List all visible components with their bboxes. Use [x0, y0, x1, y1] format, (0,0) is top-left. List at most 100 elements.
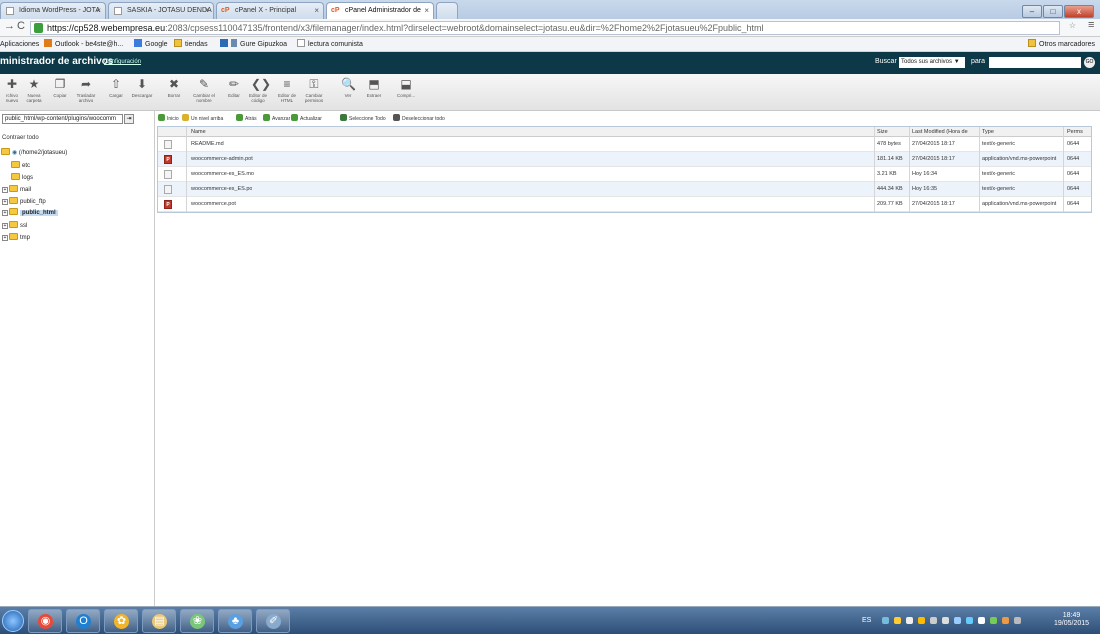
taskbar-media-player[interactable]: ✿ — [104, 609, 138, 633]
bookmark-lectura-comunista[interactable]: lectura comunista — [297, 37, 363, 52]
toolbar-button-new-file[interactable]: ✚ rchivo nuevo — [0, 77, 24, 103]
bookmark-google[interactable]: Google — [134, 37, 168, 52]
file-name[interactable]: woocommerce-admin.pot — [191, 152, 253, 166]
tray-app-icon[interactable] — [990, 617, 997, 624]
close-icon[interactable]: × — [424, 3, 429, 19]
taskbar-outlook[interactable]: O — [66, 609, 100, 633]
taskbar-misc-app[interactable]: ✐ — [256, 609, 290, 633]
file-name[interactable]: README.md — [191, 137, 224, 151]
tree-item-public-html[interactable]: + public_html — [2, 208, 58, 217]
tray-app-icon[interactable] — [930, 617, 937, 624]
toolbar-button-new-folder[interactable]: ★ Nueva carpeta — [22, 77, 46, 103]
tab-saskia[interactable]: SASKIA - JOTASU DENDA × — [108, 2, 214, 19]
header-modified[interactable]: Last Modified (Hora de — [912, 127, 968, 136]
tray-app-icon[interactable] — [954, 617, 961, 624]
network-icon[interactable] — [882, 617, 889, 624]
bookmark-apps[interactable]: Aplicaciones — [0, 37, 39, 52]
table-row[interactable]: Pwoocommerce.pot 209.77 KB 27/04/2015 18:1… — [158, 197, 1091, 212]
maximize-button[interactable]: □ — [1043, 5, 1063, 18]
tab-cpanel-administrador[interactable]: cP cPanel Administrador de × — [326, 2, 434, 20]
star-icon[interactable]: ☆ — [1069, 21, 1076, 30]
toolbar-button-copy[interactable]: ❐ Copiar — [48, 77, 72, 98]
toolbar-button-edit[interactable]: ✏ Editar — [222, 77, 246, 98]
tray-app-icon[interactable] — [966, 617, 973, 624]
bookmark-tiendas[interactable]: tiendas — [174, 37, 208, 52]
bookmark-other[interactable]: Otros marcadores — [1028, 37, 1095, 52]
menu-icon[interactable]: ≡ — [1088, 19, 1094, 31]
toolbar-button-html-editor[interactable]: ≡ Editor de HTML — [275, 77, 299, 103]
action-forward-arrow[interactable]: Avanzar — [263, 113, 290, 125]
search-go-button[interactable]: GO — [1084, 57, 1095, 68]
tree-item-etc[interactable]: etc — [2, 161, 30, 170]
search-input[interactable] — [989, 57, 1081, 68]
bookmark-outlook[interactable]: Outlook - be4ste@h... — [44, 37, 123, 52]
header-size[interactable]: Size — [877, 127, 888, 136]
taskbar-chrome[interactable]: ◉ — [28, 609, 62, 633]
tree-item-tmp[interactable]: + tmp — [2, 233, 30, 242]
table-row[interactable]: Pwoocommerce-admin.pot 181.14 KB 27/04/201… — [158, 152, 1091, 167]
taskbar-paint[interactable]: ♣ — [218, 609, 252, 633]
expand-icon[interactable]: + — [2, 223, 8, 229]
path-input[interactable]: public_html/wp-content/plugins/woocomm — [2, 114, 123, 124]
taskbar-file-explorer[interactable]: ▤ — [142, 609, 176, 633]
clock[interactable]: 18:49 19/05/2015 — [1054, 612, 1089, 628]
toolbar-button-compress[interactable]: ⬓ Compri... — [394, 77, 418, 98]
header-name[interactable]: Name — [191, 127, 206, 136]
action-select-all[interactable]: Seleccione Todo — [340, 113, 386, 125]
close-icon[interactable]: × — [204, 3, 209, 19]
address-bar[interactable]: https://cp528.webempresa.eu:2083/cpsess1… — [30, 21, 1060, 35]
close-icon[interactable]: × — [96, 3, 101, 19]
table-row[interactable]: woocommerce-es_ES.po 444.34 KB Hoy 16:35 te… — [158, 182, 1091, 197]
action-back-arrow[interactable]: Atrás — [236, 113, 257, 125]
file-name[interactable]: woocommerce-es_ES.po — [191, 182, 252, 196]
toolbar-button-permissions[interactable]: ⚿ Cambiar permisos — [302, 77, 326, 103]
close-window-button[interactable]: x — [1064, 5, 1094, 18]
action-refresh[interactable]: Actualizar — [291, 113, 322, 125]
toolbar-button-code-editor[interactable]: ❮❯ Editor de código — [246, 77, 271, 103]
bluetooth-icon[interactable] — [978, 617, 985, 624]
tray-app-icon[interactable] — [1002, 617, 1009, 624]
toolbar-button-view[interactable]: 🔍 Ver — [336, 77, 360, 98]
expand-icon[interactable]: + — [2, 187, 8, 193]
tree-item-public-ftp[interactable]: + public_ftp — [2, 197, 46, 206]
expand-icon[interactable]: + — [2, 235, 8, 241]
table-row[interactable]: woocommerce-es_ES.mo 3.21 KB Hoy 16:34 text… — [158, 167, 1091, 182]
expand-icon[interactable]: + — [2, 199, 8, 205]
close-icon[interactable]: × — [314, 3, 319, 19]
toolbar-button-move[interactable]: ➦ Trasladar archivo — [74, 77, 98, 103]
header-perms[interactable]: Perms — [1067, 127, 1083, 136]
language-indicator[interactable]: ES — [862, 617, 871, 624]
file-name[interactable]: woocommerce.pot — [191, 197, 236, 211]
tab-cpanel-principal[interactable]: cP cPanel X - Principal × — [216, 2, 324, 19]
file-name[interactable]: woocommerce-es_ES.mo — [191, 167, 254, 181]
speaker-icon[interactable] — [894, 617, 901, 624]
reload-icon[interactable]: C — [17, 20, 25, 32]
forward-icon[interactable]: → — [4, 20, 15, 32]
action-level-up[interactable]: Un nivel arriba — [182, 113, 223, 125]
windows-start-icon[interactable] — [2, 610, 24, 632]
toolbar-button-rename[interactable]: ✎ Cambiar el nombre — [192, 77, 216, 103]
action-deselect-all[interactable]: Deseleccionar todo — [393, 113, 445, 125]
header-type[interactable]: Type — [982, 127, 994, 136]
minimize-button[interactable]: – — [1022, 5, 1042, 18]
tree-root[interactable]: ◉ (/home2/jotasueu) — [1, 148, 67, 157]
action-home[interactable]: Inicio — [158, 113, 179, 125]
toolbar-button-extract[interactable]: ⬒ Extraer — [362, 77, 386, 98]
toolbar-button-upload[interactable]: ⇧ Cargar — [104, 77, 128, 98]
bookmark-gure-gipuzkoa[interactable]: Gure Gipuzkoa — [220, 37, 287, 52]
collapse-all-link[interactable]: Contraer todo — [2, 135, 39, 141]
new-tab-button[interactable] — [436, 2, 458, 19]
tab-idioma-wordpress[interactable]: Idioma WordPress - JOTA × — [0, 2, 106, 19]
volume-icon[interactable] — [942, 617, 949, 624]
toolbar-button-delete[interactable]: ✖ Borrar — [162, 77, 186, 98]
tree-item-ssl[interactable]: + ssl — [2, 221, 27, 230]
tree-item-mail[interactable]: + mail — [2, 185, 31, 194]
search-scope-select[interactable]: Todos sus archivos ▼ — [899, 57, 965, 68]
tray-app-icon[interactable] — [1014, 617, 1021, 624]
expand-icon[interactable]: + — [2, 210, 8, 216]
taskbar-photos[interactable]: ❀ — [180, 609, 214, 633]
tree-item-logs[interactable]: logs — [2, 173, 33, 182]
toolbar-button-download[interactable]: ⬇ Descargar — [130, 77, 154, 98]
tray-app-icon[interactable] — [918, 617, 925, 624]
path-go-button[interactable]: ⇥ — [124, 114, 134, 124]
